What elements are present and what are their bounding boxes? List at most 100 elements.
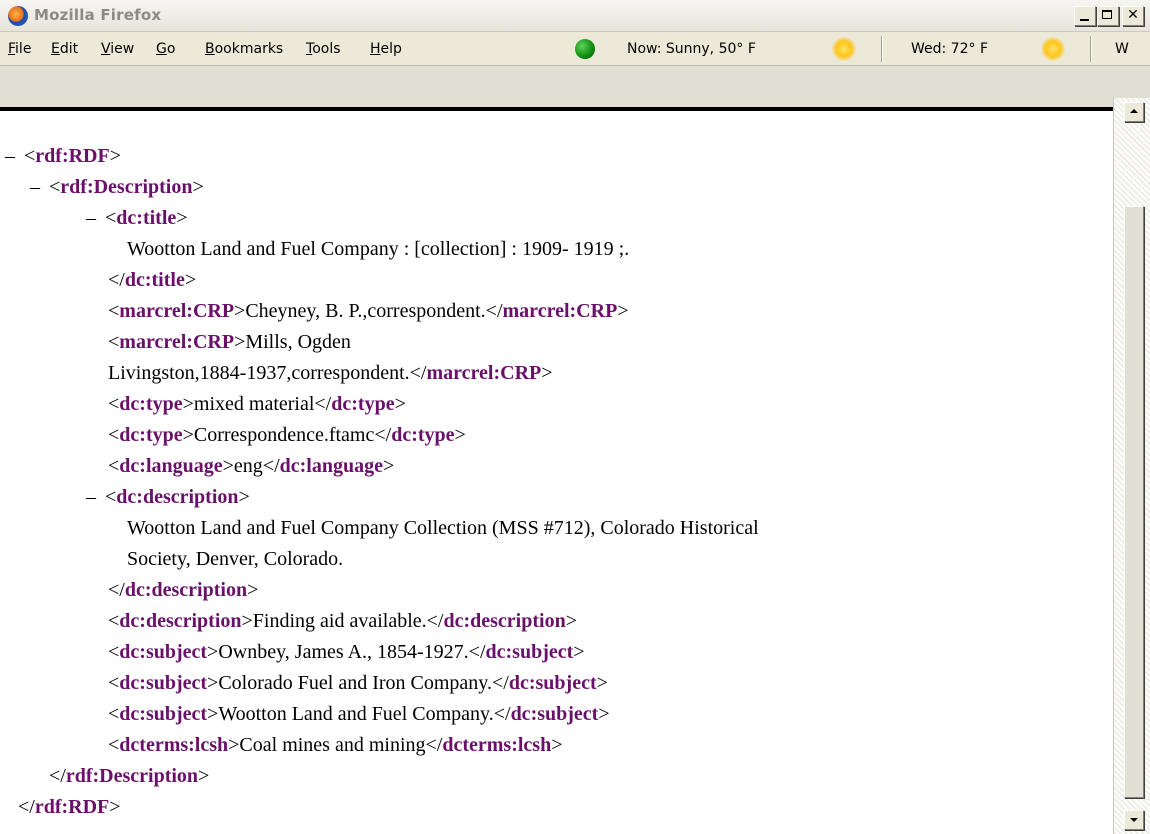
- xml-tag: dc:type: [119, 424, 183, 446]
- menu-bar: File Edit View Go Bookmarks Tools Help N…: [0, 32, 1150, 66]
- minimize-button[interactable]: [1074, 6, 1096, 26]
- xml-tag: dc:type: [331, 393, 395, 415]
- toolbar-separator: [1090, 36, 1092, 62]
- xml-tag: rdf:Description: [65, 765, 199, 787]
- menu-tools[interactable]: Tools: [306, 41, 341, 57]
- arrow-up-icon: [1130, 109, 1138, 113]
- xml-line-type-1: <dc:type>mixed material</dc:type>: [108, 393, 406, 415]
- collapse-toggle[interactable]: –: [5, 141, 19, 172]
- xml-tag: dc:description: [119, 610, 242, 632]
- xml-text: Wootton Land and Fuel Company : [collect…: [127, 238, 630, 260]
- xml-tag: dc:description: [124, 579, 248, 601]
- toolbar-separator: [881, 36, 883, 62]
- xml-line-crp-2: <marcrel:CRP>Mills, Ogden: [108, 331, 351, 353]
- vertical-scrollbar[interactable]: [1113, 98, 1150, 834]
- arrow-down-icon: [1130, 818, 1138, 822]
- xml-text: Correspondence.ftamc: [193, 424, 375, 446]
- xml-text: Colorado Fuel and Iron Company.: [218, 672, 492, 694]
- xml-tag: dcterms:lcsh: [119, 734, 229, 756]
- xml-tag: dc:description: [116, 486, 239, 508]
- menu-file[interactable]: File: [8, 41, 31, 57]
- maximize-icon: [1102, 10, 1112, 19]
- xml-tag: dc:title: [124, 269, 185, 291]
- xml-tag: dc:subject: [510, 703, 599, 725]
- title-bar: Mozilla Firefox ✕: [0, 0, 1150, 32]
- xml-tag: dc:language: [119, 455, 223, 477]
- xml-line-description-1-open: – <dc:description>: [0, 482, 1110, 513]
- minimize-icon: [1080, 19, 1089, 21]
- xml-tag: dc:subject: [119, 703, 208, 725]
- menu-go[interactable]: Go: [156, 41, 175, 57]
- xml-tag: marcrel:CRP: [119, 331, 235, 353]
- xml-line-title-close: </dc:title>: [108, 269, 197, 291]
- xml-text: Mills, Ogden: [245, 331, 351, 353]
- scroll-up-button[interactable]: [1124, 102, 1144, 122]
- xml-line-crp-2-cont: Livingston,1884-1937,correspondent.</mar…: [108, 362, 553, 384]
- xml-tag: dcterms:lcsh: [442, 734, 552, 756]
- xml-text: Wootton Land and Fuel Company.: [218, 703, 494, 725]
- menu-help[interactable]: Help: [370, 41, 402, 57]
- xml-tag: marcrel:CRP: [119, 300, 235, 322]
- xml-tag: dc:subject: [485, 641, 574, 663]
- xml-line-type-2: <dc:type>Correspondence.ftamc</dc:type>: [108, 424, 466, 446]
- xml-line-crp-1: <marcrel:CRP>Cheyney, B. P.,corresponden…: [108, 300, 629, 322]
- xml-tag: dc:subject: [508, 672, 597, 694]
- throbber-globe-icon: [575, 39, 595, 59]
- xml-text: Finding aid available.: [252, 610, 427, 632]
- firefox-logo-icon: [8, 6, 28, 26]
- xml-tag: dc:title: [116, 207, 177, 229]
- xml-text: Ownbey, James A., 1854-1927.: [218, 641, 469, 663]
- xml-text: Society, Denver, Colorado.: [127, 548, 344, 570]
- menu-view[interactable]: View: [101, 41, 134, 57]
- xml-tag: rdf:RDF: [35, 145, 110, 167]
- close-icon: ✕: [1127, 7, 1139, 23]
- xml-tag: marcrel:CRP: [426, 362, 542, 384]
- xml-line-rdf-close: </rdf:RDF>: [18, 796, 121, 818]
- xml-line-title-text: Wootton Land and Fuel Company : [collect…: [0, 234, 1110, 265]
- xml-tag: dc:description: [443, 610, 566, 632]
- xml-text: mixed material: [193, 393, 315, 415]
- close-button[interactable]: ✕: [1122, 6, 1144, 26]
- xml-text: eng: [233, 455, 263, 477]
- xml-tag: dc:type: [119, 393, 183, 415]
- xml-tag: rdf:Description: [60, 176, 193, 198]
- xml-text: Coal mines and mining: [239, 734, 426, 756]
- xml-line-subject-3: <dc:subject>Wootton Land and Fuel Compan…: [108, 703, 610, 725]
- menu-edit[interactable]: Edit: [51, 41, 78, 57]
- xml-tag: dc:subject: [119, 641, 208, 663]
- xml-tag: rdf:RDF: [34, 796, 110, 818]
- scroll-down-button[interactable]: [1124, 810, 1144, 830]
- xml-tag: dc:language: [279, 455, 383, 477]
- xml-text: Wootton Land and Fuel Company Collection…: [127, 517, 759, 539]
- window-title: Mozilla Firefox: [34, 6, 162, 24]
- maximize-button[interactable]: [1097, 6, 1119, 26]
- xml-line-rdf-open: – <rdf:RDF>: [0, 141, 1110, 172]
- weather-next-label[interactable]: W: [1115, 41, 1129, 57]
- weather-forecast-label[interactable]: Wed: 72° F: [911, 41, 988, 57]
- xml-line-lcsh: <dcterms:lcsh>Coal mines and mining</dct…: [108, 734, 563, 756]
- xml-tag: marcrel:CRP: [502, 300, 618, 322]
- sun-icon: [832, 37, 856, 61]
- xml-line-language: <dc:language>eng</dc:language>: [108, 455, 395, 477]
- collapse-toggle[interactable]: –: [30, 172, 44, 203]
- toolbar-strip: [0, 66, 1150, 111]
- xml-line-subject-1: <dc:subject>Ownbey, James A., 1854-1927.…: [108, 641, 585, 663]
- xml-tag: dc:subject: [119, 672, 208, 694]
- menu-bookmarks[interactable]: Bookmarks: [205, 41, 283, 57]
- xml-line-description-1-text: Wootton Land and Fuel Company Collection…: [0, 513, 1110, 544]
- xml-line-description-2: <dc:description>Finding aid available.</…: [108, 610, 577, 632]
- xml-line-description-1-text-cont: Society, Denver, Colorado.: [0, 544, 1110, 575]
- collapse-toggle[interactable]: –: [86, 482, 100, 513]
- scroll-thumb[interactable]: [1124, 206, 1144, 798]
- xml-line-description-close: </rdf:Description>: [49, 765, 210, 787]
- sun-icon: [1041, 37, 1065, 61]
- xml-text: Livingston,1884-1937,correspondent.: [108, 362, 410, 384]
- xml-line-description-1-close: </dc:description>: [108, 579, 259, 601]
- xml-tree-view: – <rdf:RDF> – <rdf:Description> – <dc:ti…: [0, 141, 1110, 823]
- collapse-toggle[interactable]: –: [86, 203, 100, 234]
- xml-text: Cheyney, B. P.,correspondent.: [245, 300, 486, 322]
- xml-line-description-open: – <rdf:Description>: [0, 172, 1110, 203]
- xml-tag: dc:type: [391, 424, 455, 446]
- xml-line-subject-2: <dc:subject>Colorado Fuel and Iron Compa…: [108, 672, 608, 694]
- weather-now-label[interactable]: Now: Sunny, 50° F: [627, 41, 756, 57]
